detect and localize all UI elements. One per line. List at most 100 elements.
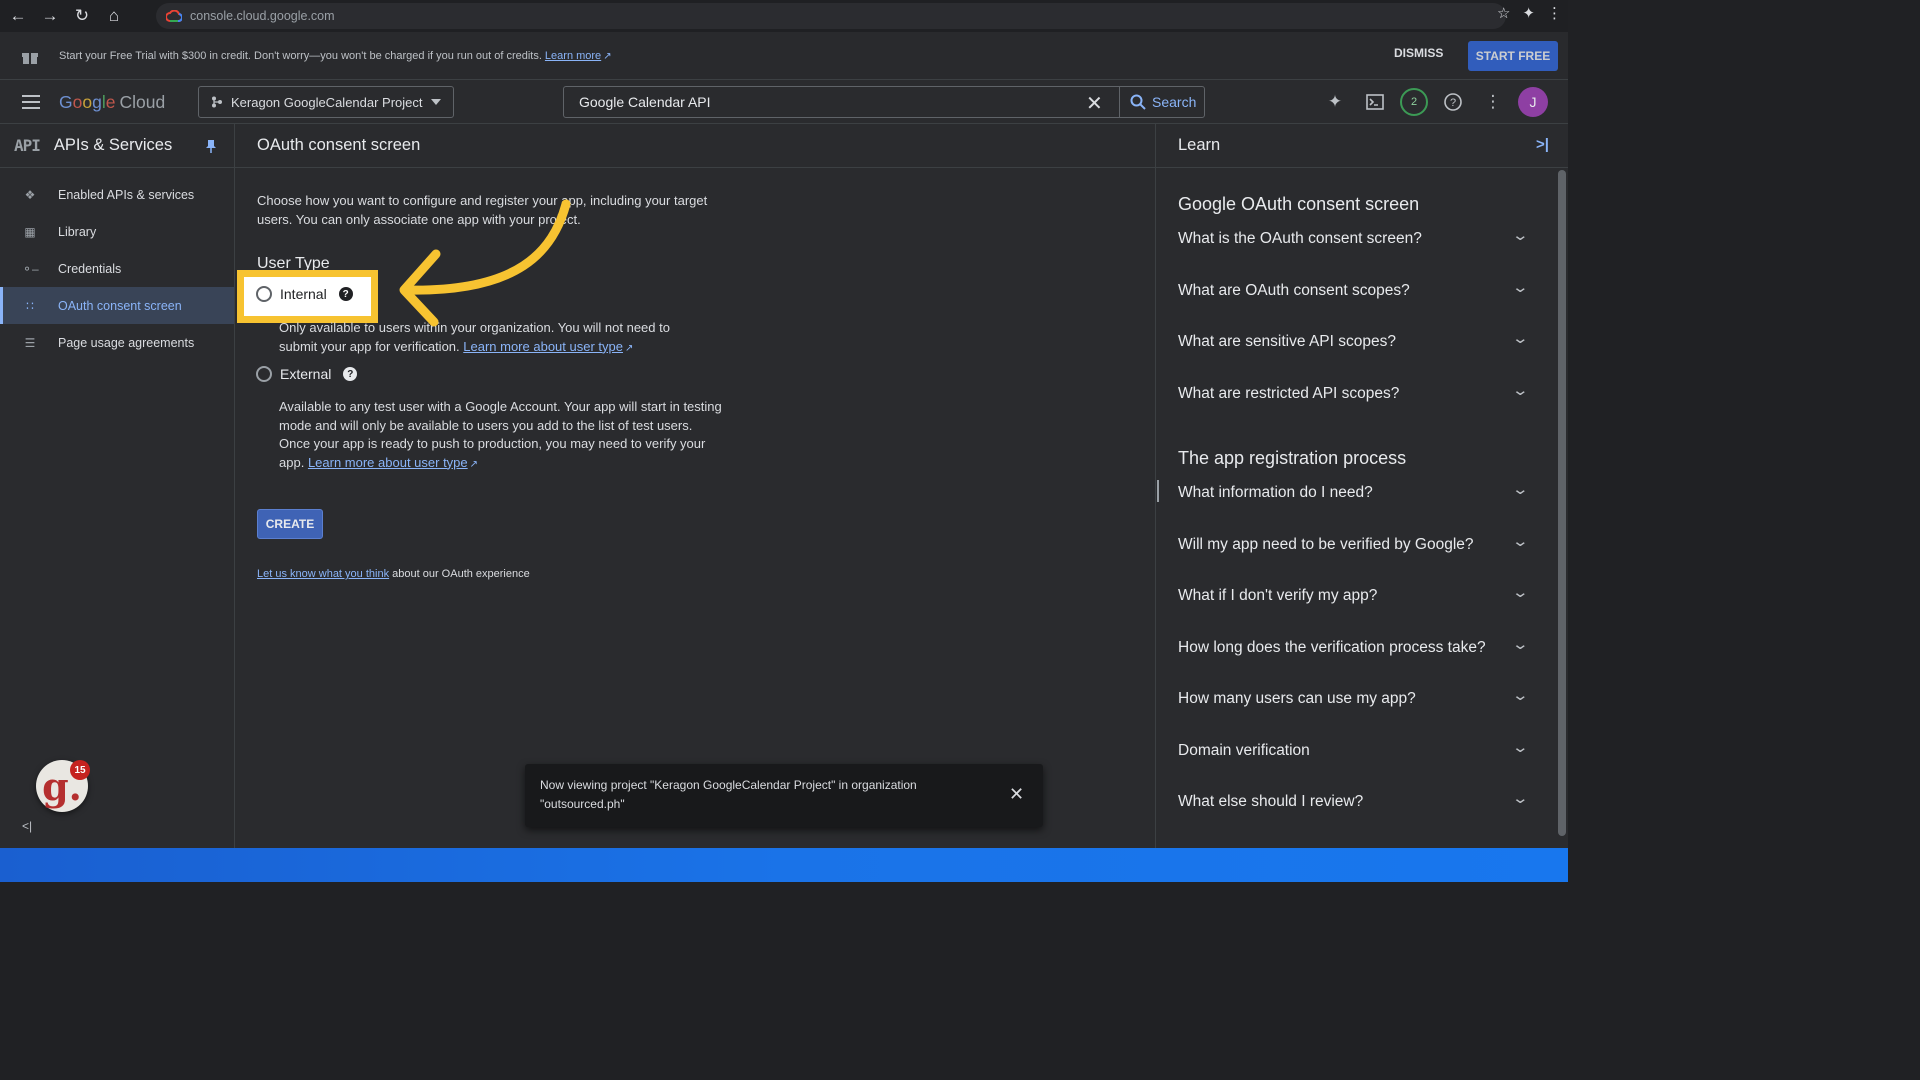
panel-resize-handle[interactable] xyxy=(1157,480,1159,502)
more-vert-icon[interactable]: ⋮ xyxy=(1478,87,1508,117)
consent-dots-icon: ∷ xyxy=(26,298,34,313)
learn-scrollbar[interactable] xyxy=(1558,170,1566,836)
annotation-arrow xyxy=(399,199,571,327)
sidebar-item-page-usage[interactable]: ☰ Page usage agreements xyxy=(0,324,234,361)
learn-section-title: The app registration process xyxy=(1178,448,1407,468)
faq-item[interactable]: How long does the verification process t… xyxy=(1178,636,1530,657)
internal-radio[interactable] xyxy=(256,286,272,302)
bottom-blue-bar xyxy=(0,848,1568,882)
url-text: console.cloud.google.com xyxy=(190,9,335,23)
learn-title: Learn xyxy=(1156,124,1568,168)
toast-message: Now viewing project "Keragon GoogleCalen… xyxy=(540,778,917,811)
cloud-shell-icon[interactable] xyxy=(1360,87,1390,117)
forward-icon[interactable]: → xyxy=(36,2,64,30)
bookmark-star-icon[interactable]: ☆ xyxy=(1497,4,1510,22)
extension-count-badge: 15 xyxy=(70,760,90,780)
chevron-down-icon: ⌄ xyxy=(1511,279,1530,296)
sidebar-title: APIs & Services xyxy=(53,136,173,154)
internal-label: Internal xyxy=(280,286,327,302)
chevron-down-icon: ⌄ xyxy=(1511,330,1530,347)
google-cloud-logo[interactable]: Google Cloud xyxy=(59,92,165,113)
faq-item[interactable]: What information do I need? ⌄ xyxy=(1178,481,1530,502)
menu-icon[interactable] xyxy=(22,95,40,109)
chevron-down-icon: ⌄ xyxy=(1511,687,1530,704)
sidebar-item-enabled-apis[interactable]: ❖ Enabled APIs & services xyxy=(0,176,234,213)
toast-notification: Now viewing project "Keragon GoogleCalen… xyxy=(525,764,1043,827)
faq-item[interactable]: Will my app need to be verified by Googl… xyxy=(1178,533,1530,554)
learn-panel: Learn >| Google OAuth consent screen Wha… xyxy=(1155,124,1568,848)
chevron-down-icon: ⌄ xyxy=(1511,584,1530,601)
chevron-down-icon: ⌄ xyxy=(1511,636,1530,653)
external-option[interactable]: External ? xyxy=(256,366,358,382)
learn-section-title: Google OAuth consent screen xyxy=(1178,194,1420,214)
svg-text:?: ? xyxy=(1450,97,1456,109)
collapse-sidebar-icon[interactable]: <| xyxy=(22,819,32,833)
external-radio[interactable] xyxy=(256,366,272,382)
faq-item[interactable]: How many users can use my app? ⌄ xyxy=(1178,687,1530,708)
external-description: Available to any test user with a Google… xyxy=(279,398,727,474)
faq-item[interactable]: What else should I review? ⌄ xyxy=(1178,790,1530,811)
sidebar: API APIs & Services ❖ Enabled APIs & ser… xyxy=(0,124,235,848)
search-icon xyxy=(1130,94,1146,110)
reload-icon[interactable]: ↻ xyxy=(68,2,96,30)
create-button[interactable]: CREATE xyxy=(257,509,323,539)
faq-item[interactable]: What is the OAuth consent screen? ⌄ xyxy=(1178,227,1530,248)
faq-item[interactable]: Domain verification ⌄ xyxy=(1178,739,1530,760)
search-button[interactable]: Search xyxy=(1119,87,1205,117)
extensions-puzzle-icon[interactable]: ✦ xyxy=(1522,4,1535,22)
start-free-button[interactable]: START FREE xyxy=(1468,41,1558,71)
api-logo-icon: API xyxy=(14,136,41,155)
chevron-down-icon: ⌄ xyxy=(1511,739,1530,756)
help-icon[interactable]: ? xyxy=(1438,87,1468,117)
feedback-link[interactable]: Let us know what you think xyxy=(257,568,389,580)
help-icon[interactable]: ? xyxy=(338,287,353,301)
feedback-text: Let us know what you think about our OAu… xyxy=(257,568,530,580)
clear-search-icon[interactable]: ✕ xyxy=(1086,91,1103,116)
gift-icon xyxy=(22,52,38,64)
sidebar-item-credentials[interactable]: ⚬– Credentials xyxy=(0,250,234,287)
chevron-down-icon xyxy=(431,99,441,105)
library-grid-icon: ▦ xyxy=(24,224,36,239)
sidebar-item-oauth-consent[interactable]: ∷ OAuth consent screen xyxy=(0,287,234,324)
search-input[interactable] xyxy=(564,94,1064,110)
learn-more-user-type-link[interactable]: Learn more about user type xyxy=(308,455,468,470)
project-tree-icon xyxy=(212,96,222,108)
key-icon: ⚬– xyxy=(22,261,39,276)
learn-more-link[interactable]: Learn more xyxy=(545,50,601,62)
external-link-icon: ↗ xyxy=(603,50,612,62)
project-picker[interactable]: Keragon GoogleCalendar Project xyxy=(198,86,454,118)
external-label: External xyxy=(280,366,332,382)
chevron-down-icon: ⌄ xyxy=(1511,533,1530,550)
trial-message: Start your Free Trial with $300 in credi… xyxy=(59,49,612,62)
address-bar[interactable]: console.cloud.google.com xyxy=(156,3,1506,29)
api-diamond-icon: ❖ xyxy=(24,187,36,202)
chevron-down-icon: ⌄ xyxy=(1511,227,1530,244)
pin-icon[interactable] xyxy=(206,139,216,153)
notifications-badge[interactable]: 2 xyxy=(1400,88,1428,116)
help-icon[interactable]: ? xyxy=(343,367,358,381)
page-title: OAuth consent screen xyxy=(235,124,1155,168)
external-link-icon: ↗ xyxy=(469,458,479,470)
avatar[interactable]: J xyxy=(1518,87,1548,117)
browser-toolbar: ← → ↻ ⌂ console.cloud.google.com ☆ ✦ ⋮ xyxy=(0,0,1568,32)
search-bar: ✕ Search xyxy=(563,86,1205,118)
learn-more-user-type-link[interactable]: Learn more about user type xyxy=(463,339,623,354)
faq-item[interactable]: What if I don't verify my app? ⌄ xyxy=(1178,584,1530,605)
faq-item[interactable]: What are sensitive API scopes? ⌄ xyxy=(1178,330,1530,351)
settings-list-icon: ☰ xyxy=(24,335,36,350)
home-icon[interactable]: ⌂ xyxy=(100,2,128,30)
back-icon[interactable]: ← xyxy=(4,2,32,30)
cloud-logo-icon xyxy=(166,10,182,22)
gemini-sparkle-icon[interactable]: ✦ xyxy=(1320,87,1350,117)
dismiss-button[interactable]: DISMISS xyxy=(1394,46,1443,60)
main-content: OAuth consent screen Choose how you want… xyxy=(235,124,1155,848)
close-icon[interactable]: ✕ xyxy=(1009,784,1024,805)
internal-option[interactable]: Internal ? xyxy=(256,286,353,302)
faq-item[interactable]: What are restricted API scopes? ⌄ xyxy=(1178,382,1530,403)
chevron-down-icon: ⌄ xyxy=(1511,481,1530,498)
close-panel-icon[interactable]: >| xyxy=(1536,136,1549,153)
browser-menu-icon[interactable]: ⋮ xyxy=(1547,4,1562,22)
faq-item[interactable]: What are OAuth consent scopes? ⌄ xyxy=(1178,279,1530,300)
sidebar-item-library[interactable]: ▦ Library xyxy=(0,213,234,250)
chevron-down-icon: ⌄ xyxy=(1511,382,1530,399)
